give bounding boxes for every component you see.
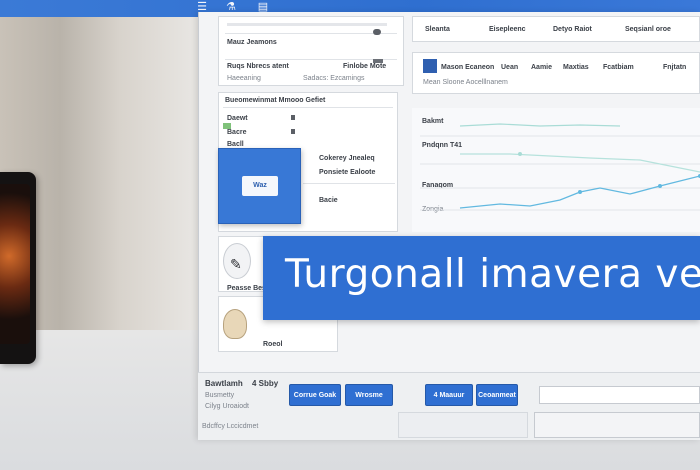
action-button[interactable]: 4 Maauur — [425, 384, 473, 406]
footer-slot — [398, 412, 528, 438]
bottom-title: Bawtlamh — [205, 379, 243, 388]
left-top-panel: Mauz Jeamons Ruqs Nbrecs atent Finlobe M… — [218, 16, 404, 86]
card-badge: Waz — [242, 176, 278, 196]
confirm-button[interactable]: Ceoanmeat — [476, 384, 518, 406]
series-light-2 — [460, 153, 700, 173]
tab-fnjtatn[interactable]: Fnjtatn — [663, 64, 686, 72]
bottom-line: Busmetty — [205, 392, 235, 399]
search-field[interactable] — [539, 386, 700, 404]
bottom-title-value: 4 Sbby — [252, 379, 279, 388]
series-point — [518, 152, 522, 156]
slider-icon[interactable] — [373, 59, 383, 63]
avatar — [223, 309, 247, 339]
series-point — [658, 184, 662, 188]
tab-maxtias[interactable]: Maxtias — [563, 64, 589, 72]
toggle-icon[interactable] — [373, 29, 381, 35]
bullet-icon — [291, 129, 295, 134]
bottom-line: Cilyg Uroaiodt — [205, 403, 249, 410]
subtitle: Mean Sloone Aocelllnanem — [423, 79, 508, 86]
person-label: Roeol — [263, 341, 283, 348]
phone-device — [0, 172, 36, 364]
status-dot-icon — [223, 123, 231, 129]
phone-screen — [0, 184, 30, 344]
tab-mason[interactable]: Mason Ecaneon — [441, 64, 494, 72]
secondary-field[interactable] — [534, 412, 700, 438]
header-cell: Seqsianl oroe — [625, 26, 671, 33]
primary-button[interactable]: Corrue Goak — [289, 384, 341, 406]
header-cell: Eisepleenc — [489, 26, 526, 33]
list-item: Bacre — [227, 129, 247, 136]
tab-aamie[interactable]: Aamie — [531, 64, 552, 72]
list-item: Daewt — [227, 115, 248, 122]
row-label: Mauz Jeamons — [227, 39, 277, 46]
bullet-icon — [291, 115, 295, 120]
trend-chart — [420, 123, 700, 211]
list-item-value: Cokerey Jnealeq — [319, 155, 375, 162]
tool-icon: ✎ — [223, 243, 251, 279]
header-cell: Detyo Raiot — [553, 26, 592, 33]
banner-text: Turgonall imavera ved — [285, 252, 700, 297]
app-logo-icon — [423, 59, 437, 73]
series-light — [459, 123, 621, 127]
list-item-value: Ponsiete Ealoote — [319, 169, 376, 176]
list-item-value: Bacie — [319, 197, 338, 204]
row-value: Sadacs: Ezcamings — [303, 75, 365, 82]
header-cell: Sleanta — [425, 26, 450, 33]
status-text: Bdcffcy Lccicdmet — [202, 423, 259, 430]
secondary-button[interactable]: Wrosme — [345, 384, 393, 406]
row-label: Ruqs Nbrecs atent — [227, 63, 289, 70]
tab-row: Mason Ecaneon Uean Aamie Maxtias Fcatbia… — [412, 52, 700, 94]
feature-banner: Turgonall imavera ved — [263, 236, 700, 320]
tab-uean[interactable]: Uean — [501, 64, 518, 72]
right-header: Sleanta Eisepleenc Detyo Raiot Seqsianl … — [412, 16, 700, 42]
selected-card[interactable]: Waz — [218, 148, 301, 224]
section-title: Bueomewinmat Mmooo Gefiet — [225, 97, 326, 104]
row-value: Finlobe Mote — [343, 63, 387, 70]
row-label: Haeeaning — [227, 75, 261, 82]
series-point — [578, 190, 582, 194]
tab-fcatbiam[interactable]: Fcatbiam — [603, 64, 634, 72]
